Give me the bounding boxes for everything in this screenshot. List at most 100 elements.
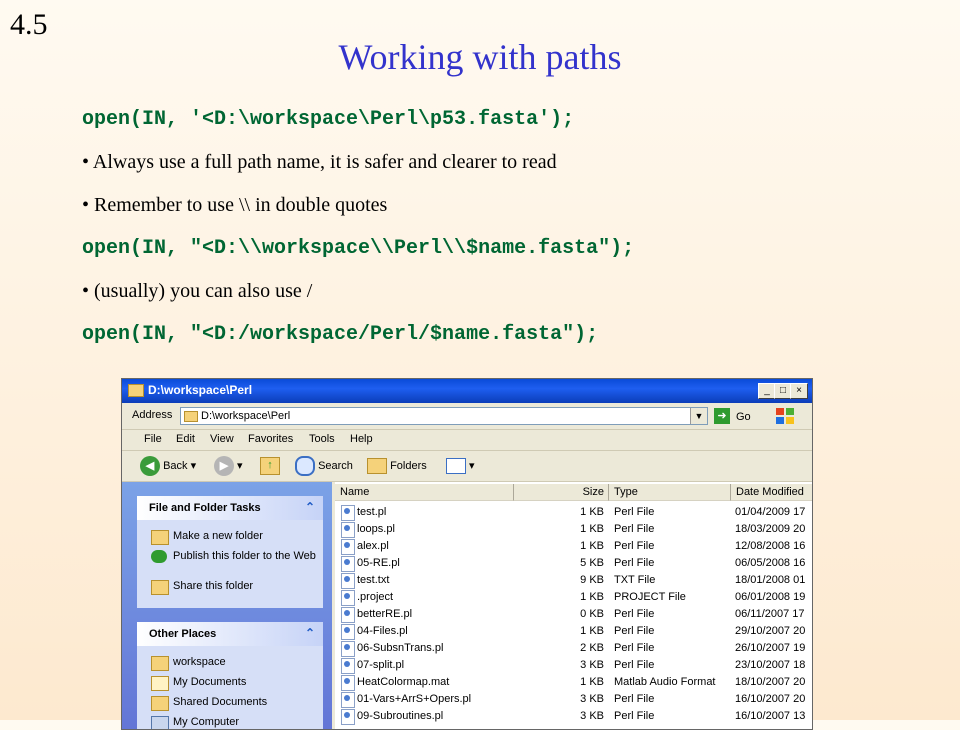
menu-tools[interactable]: Tools [309, 433, 335, 445]
file-name: 05-RE.pl [357, 557, 400, 569]
file-size: 1 KB [580, 591, 604, 603]
file-name: 06-SubsnTrans.pl [357, 642, 444, 654]
up-folder-button[interactable]: ↑ [260, 455, 280, 477]
column-header-size[interactable]: Size [514, 484, 609, 501]
file-name: 09-Subroutines.pl [357, 710, 444, 722]
other-places-header[interactable]: Other Places ⌃ [137, 622, 323, 646]
back-arrow-icon: ◀ [140, 456, 160, 477]
file-size: 1 KB [580, 676, 604, 688]
address-label: Address [132, 409, 173, 421]
file-size: 5 KB [580, 557, 604, 569]
file-date: 29/10/2007 20 [735, 625, 806, 637]
file-size: 9 KB [580, 574, 604, 586]
folder-icon [151, 656, 169, 671]
file-date: 12/08/2008 16 [735, 540, 806, 552]
folder-icon [128, 384, 144, 397]
file-type: Perl File [614, 625, 655, 637]
task-make-folder-label: Make a new folder [173, 530, 263, 542]
menu-favorites[interactable]: Favorites [248, 433, 293, 445]
folders-button[interactable]: Folders [367, 455, 427, 477]
file-icon [341, 675, 355, 691]
menu-edit[interactable]: Edit [176, 433, 195, 445]
computer-icon [151, 716, 169, 729]
column-header-name[interactable]: Name [335, 484, 514, 501]
file-name: HeatColormap.mat [357, 676, 450, 688]
file-icon [341, 624, 355, 640]
task-share-label: Share this folder [173, 580, 254, 592]
file-folder-tasks-title: File and Folder Tasks [149, 502, 261, 514]
collapse-chevron-icon[interactable]: ⌃ [305, 500, 315, 514]
views-icon [446, 458, 466, 475]
shared-folder-icon [151, 696, 169, 711]
go-button[interactable]: Go [736, 411, 751, 423]
file-size: 1 KB [580, 523, 604, 535]
table-row[interactable]: 07-split.pl 3 KB Perl File 23/10/2007 18 [335, 657, 812, 674]
place-my-computer-label: My Computer [173, 716, 240, 728]
file-type: Perl File [614, 710, 655, 722]
file-type: Perl File [614, 540, 655, 552]
title-bar[interactable]: D:\workspace\Perl _ □ × [122, 379, 812, 403]
search-button[interactable]: Search [295, 455, 353, 477]
views-button[interactable]: ▾ [446, 455, 475, 477]
collapse-chevron-icon[interactable]: ⌃ [305, 626, 315, 640]
close-button[interactable]: × [790, 383, 808, 399]
table-row[interactable]: 01-Vars+ArrS+Opers.pl 3 KB Perl File 16/10/… [335, 691, 812, 708]
file-type: Perl File [614, 557, 655, 569]
code-line-1: open(IN, '<D:\workspace\Perl\p53.fasta')… [82, 108, 575, 131]
file-date: 18/03/2009 20 [735, 523, 806, 535]
file-folder-tasks-panel: File and Folder Tasks ⌃ Make a new folde… [137, 496, 323, 608]
file-size: 1 KB [580, 540, 604, 552]
table-row[interactable]: 09-Subroutines.pl 3 KB Perl File 16/10/2007… [335, 708, 812, 725]
table-row[interactable]: test.txt 9 KB TXT File 18/01/2008 01 [335, 572, 812, 589]
file-icon [341, 658, 355, 674]
file-date: 16/10/2007 13 [735, 710, 806, 722]
file-icon [341, 573, 355, 589]
file-type: Perl File [614, 506, 655, 518]
file-type: Matlab Audio Format [614, 676, 716, 688]
table-row[interactable]: 05-RE.pl 5 KB Perl File 06/05/2008 16 [335, 555, 812, 572]
windows-logo-icon [776, 408, 794, 424]
table-row[interactable]: alex.pl 1 KB Perl File 12/08/2008 16 [335, 538, 812, 555]
address-field[interactable]: D:\workspace\Perl ▼ [180, 407, 708, 425]
table-row[interactable]: loops.pl 1 KB Perl File 18/03/2009 20 [335, 521, 812, 538]
address-value: D:\workspace\Perl [201, 410, 291, 422]
file-icon [341, 590, 355, 606]
file-name: .project [357, 591, 394, 603]
file-type: Perl File [614, 608, 655, 620]
file-name: betterRE.pl [357, 608, 413, 620]
menu-file[interactable]: File [144, 433, 162, 445]
file-folder-tasks-header[interactable]: File and Folder Tasks ⌃ [137, 496, 323, 520]
file-name: 01-Vars+ArrS+Opers.pl [357, 693, 472, 705]
file-type: Perl File [614, 693, 655, 705]
code-line-3: open(IN, "<D:/workspace/Perl/$name.fasta… [82, 323, 599, 346]
file-size: 2 KB [580, 642, 604, 654]
file-name: 04-Files.pl [357, 625, 408, 637]
file-type: PROJECT File [614, 591, 686, 603]
table-row[interactable]: HeatColormap.mat 1 KB Matlab Audio Format 1… [335, 674, 812, 691]
file-date: 06/11/2007 17 [735, 608, 805, 620]
file-size: 3 KB [580, 710, 604, 722]
table-row[interactable]: 04-Files.pl 1 KB Perl File 29/10/2007 20 [335, 623, 812, 640]
task-publish-label: Publish this folder to the Web [173, 550, 316, 562]
file-icon [341, 539, 355, 555]
other-places-title: Other Places [149, 628, 217, 640]
go-arrow-icon[interactable]: ➜ [714, 408, 730, 424]
column-header-type[interactable]: Type [609, 484, 731, 501]
folder-icon [184, 411, 198, 422]
column-header-date[interactable]: Date Modified [731, 484, 812, 501]
file-type: TXT File [614, 574, 656, 586]
window-title: D:\workspace\Perl [148, 383, 253, 397]
table-row[interactable]: test.pl 1 KB Perl File 01/04/2009 17 [335, 504, 812, 521]
menu-help[interactable]: Help [350, 433, 373, 445]
table-row[interactable]: 06-SubsnTrans.pl 2 KB Perl File 26/10/2007 … [335, 640, 812, 657]
other-places-panel: Other Places ⌃ workspace My Documents Sh… [137, 622, 323, 729]
file-type: Perl File [614, 642, 655, 654]
address-dropdown-button[interactable]: ▼ [690, 408, 707, 424]
forward-button[interactable]: ▶ ▾ [214, 455, 243, 477]
table-row[interactable]: .project 1 KB PROJECT File 06/01/2008 19 [335, 589, 812, 606]
file-icon [341, 607, 355, 623]
back-button[interactable]: ◀ Back ▾ [140, 455, 196, 477]
table-row[interactable]: betterRE.pl 0 KB Perl File 06/11/2007 17 [335, 606, 812, 623]
file-date: 26/10/2007 19 [735, 642, 806, 654]
menu-view[interactable]: View [210, 433, 234, 445]
